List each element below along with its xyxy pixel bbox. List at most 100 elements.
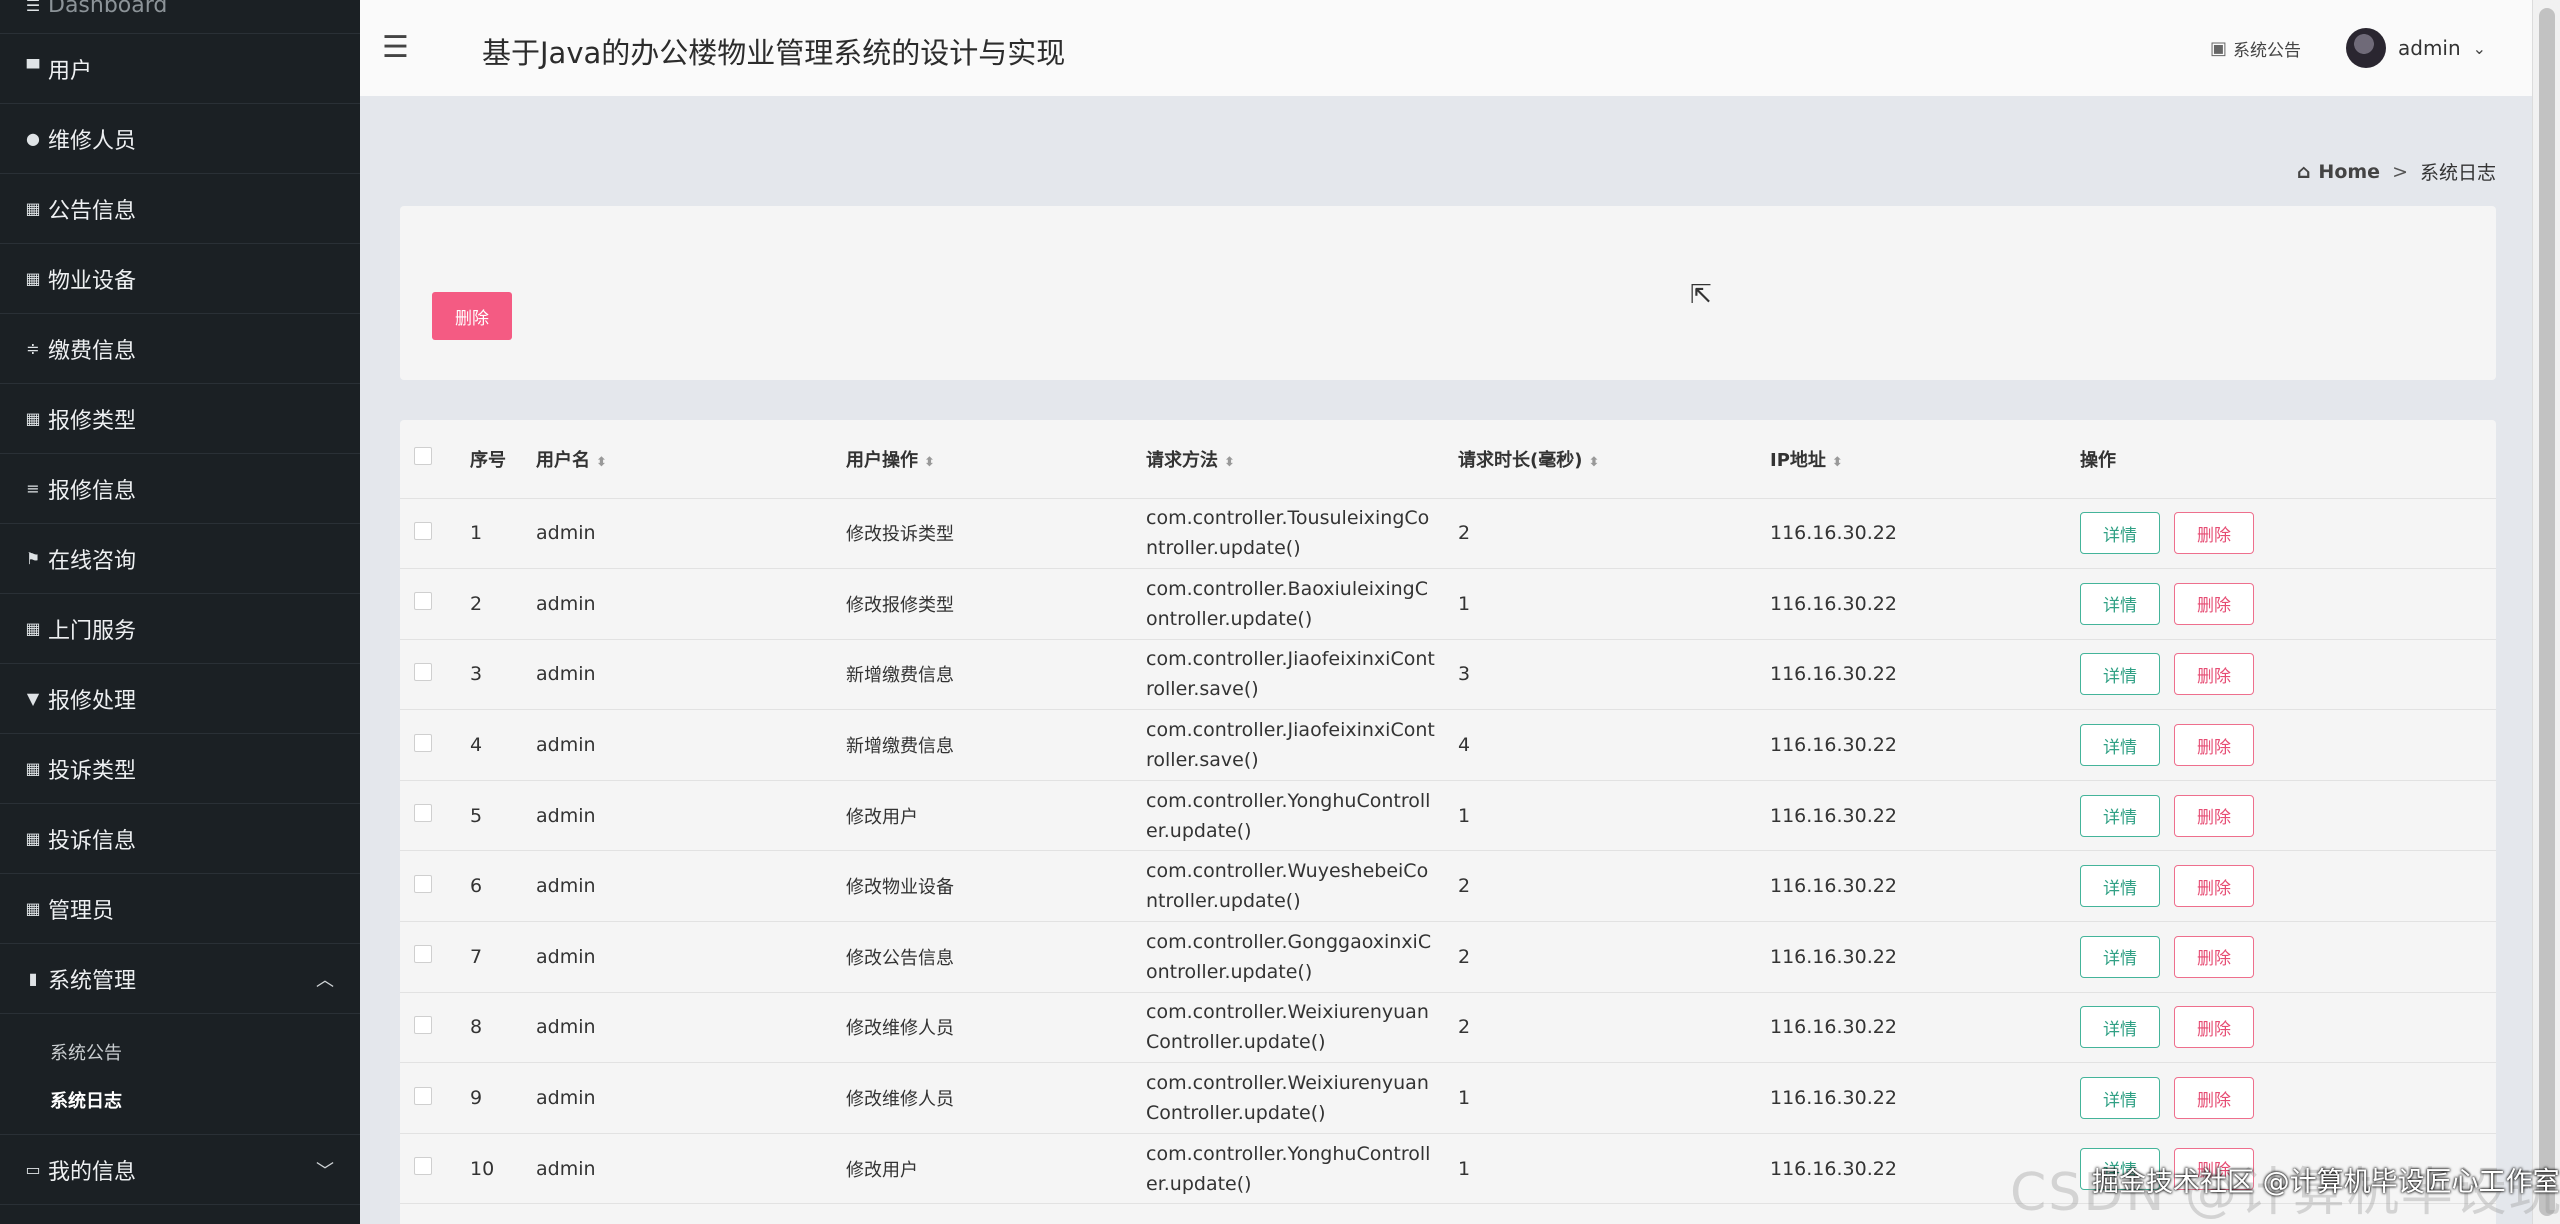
sidebar: ☰ Dashboard ▀ 用户 ● 维修人员 ▦ 公告信息 ▦ 物业设备 ≑ 缴费信息 ▦ 报修类型… — [0, 0, 360, 1224]
cell-duration: 2 — [1458, 850, 1770, 923]
row-checkbox[interactable] — [414, 592, 432, 611]
cell-ip: 116.16.30.22 — [1770, 921, 2080, 993]
detail-button[interactable]: 详情 — [2080, 1006, 2160, 1049]
cell-duration: 4 — [1458, 709, 1770, 781]
detail-button[interactable]: 详情 — [2080, 653, 2160, 696]
sidebar-item[interactable]: ▦ 公告信息 — [0, 174, 360, 244]
cell-duration: 2 — [1458, 992, 1770, 1064]
sidebar-submenu: 系统公告 系统日志 — [0, 1014, 360, 1135]
detail-button[interactable]: 详情 — [2080, 582, 2160, 625]
row-checkbox[interactable] — [414, 945, 432, 964]
notice-icon: ▣ — [2210, 38, 2228, 59]
grid-icon: ▦ — [25, 619, 41, 638]
cell-method-wrap: com.controller.WuyeshebeiController.upda… — [1146, 850, 1458, 923]
sidebar-item-label: 用户 — [48, 58, 93, 84]
cell-method: com.controller.YonghuController.update() — [1146, 789, 1431, 842]
row-delete-button[interactable]: 删除 — [2174, 653, 2254, 696]
cell-actions: 详情 删除 — [2080, 639, 2496, 711]
col-username[interactable]: 用户名 ⬍ — [536, 420, 846, 499]
row-delete-button[interactable]: 删除 — [2174, 1006, 2254, 1049]
cell-index: 9 — [470, 1062, 536, 1134]
sidebar-item[interactable]: ▦ 物业设备 — [0, 244, 360, 314]
sidebar-item-system-management[interactable]: ▮ 系统管理 ︿ — [0, 944, 360, 1014]
sidebar-item-my-info[interactable]: ▭ 我的信息 ﹀ — [0, 1135, 360, 1205]
system-notice-link[interactable]: ▣ 系统公告 — [2210, 36, 2301, 61]
row-checkbox[interactable] — [414, 1015, 432, 1034]
list-icon: ≡ — [26, 479, 40, 498]
cell-actions: 详情 删除 — [2080, 568, 2496, 640]
breadcrumb-home[interactable]: ⌂ Home — [2297, 161, 2380, 183]
col-operation[interactable]: 用户操作 ⬍ — [846, 420, 1146, 499]
sidebar-item[interactable]: ▦ 报修类型 — [0, 384, 360, 454]
cell-operation: 修改投诉类型 — [846, 498, 1146, 570]
col-duration[interactable]: 请求时长(毫秒) ⬍ — [1458, 420, 1770, 499]
sidebar-item[interactable]: ▦ 上门服务 — [0, 594, 360, 664]
sidebar-item-label: 维修人员 — [48, 128, 137, 154]
sidebar-item[interactable]: ▀ 用户 — [0, 34, 360, 104]
cell-method-wrap: com.controller.JiaofeixinxiController.sa… — [1146, 639, 1458, 711]
row-checkbox[interactable] — [414, 1086, 432, 1105]
user-menu[interactable]: admin ⌄ — [2346, 28, 2486, 68]
sort-icon: ⬍ — [1224, 454, 1235, 470]
sidebar-item[interactable]: ▦ 投诉类型 — [0, 734, 360, 804]
cell-index: 6 — [470, 850, 536, 923]
page-scrollbar[interactable] — [2532, 0, 2560, 1224]
scrollbar-thumb[interactable] — [2539, 8, 2555, 1216]
row-checkbox[interactable] — [414, 874, 432, 893]
sidebar-item-label: 报修类型 — [48, 408, 137, 434]
row-delete-button[interactable]: 删除 — [2174, 724, 2254, 767]
row-checkbox[interactable] — [414, 804, 432, 823]
table-row: 1 admin 修改投诉类型 com.controller.TousuleixingC… — [400, 498, 2496, 570]
grid-icon: ▦ — [25, 199, 41, 218]
sidebar-item[interactable]: ● 维修人员 — [0, 104, 360, 174]
sidebar-subitem-system-log[interactable]: 系统日志 — [0, 1076, 360, 1124]
row-delete-button[interactable]: 删除 — [2174, 794, 2254, 837]
cell-ip: 116.16.30.22 — [1770, 568, 2080, 640]
cell-duration: 1 — [1458, 780, 1770, 852]
detail-button[interactable]: 详情 — [2080, 794, 2160, 837]
sidebar-item[interactable]: ▦ 管理员 — [0, 874, 360, 944]
cell-username: admin — [536, 639, 846, 711]
avatar — [2346, 28, 2386, 68]
col-method[interactable]: 请求方法 ⬍ — [1146, 420, 1458, 499]
sidebar-item[interactable]: ▼ 报修处理 — [0, 664, 360, 734]
detail-button[interactable]: 详情 — [2080, 935, 2160, 978]
sidebar-item[interactable]: ≑ 缴费信息 — [0, 314, 360, 384]
bulk-delete-button[interactable]: 删除 — [432, 292, 512, 340]
row-delete-button[interactable]: 删除 — [2174, 935, 2254, 978]
col-ip[interactable]: IP地址 ⬍ — [1770, 420, 2080, 499]
cell-method: com.controller.WeixiurenyuanController.u… — [1146, 1001, 1429, 1054]
cell-index: 8 — [470, 992, 536, 1064]
detail-button[interactable]: 详情 — [2080, 1077, 2160, 1120]
row-delete-button[interactable]: 删除 — [2174, 512, 2254, 555]
row-delete-button[interactable]: 删除 — [2174, 1077, 2254, 1120]
cell-actions: 详情 删除 — [2080, 498, 2496, 570]
sidebar-item[interactable]: ▦ 投诉信息 — [0, 804, 360, 874]
sidebar-item-dashboard[interactable]: ☰ Dashboard — [0, 0, 360, 34]
menu-toggle-icon[interactable]: ☰ — [382, 30, 418, 66]
sidebar-item[interactable]: ⚑ 在线咨询 — [0, 524, 360, 594]
row-checkbox[interactable] — [414, 733, 432, 752]
home-icon: ⌂ — [2296, 160, 2311, 183]
cell-method: com.controller.JiaofeixinxiController.sa… — [1146, 648, 1435, 701]
cell-index: 5 — [470, 780, 536, 852]
action-panel: 删除 — [400, 206, 2496, 380]
row-checkbox[interactable] — [414, 662, 432, 681]
user-icon: ▀ — [26, 59, 40, 78]
sidebar-item[interactable]: ≡ 报修信息 — [0, 454, 360, 524]
sidebar-subitem-system-notice[interactable]: 系统公告 — [0, 1028, 360, 1076]
cell-operation: 修改用户 — [846, 780, 1146, 852]
row-delete-button[interactable]: 删除 — [2174, 582, 2254, 625]
notice-label: 系统公告 — [2233, 41, 2302, 61]
detail-button[interactable]: 详情 — [2080, 724, 2160, 767]
cell-method: com.controller.WeixiurenyuanController.u… — [1146, 1072, 1429, 1125]
select-all-checkbox[interactable] — [414, 447, 432, 466]
row-checkbox[interactable] — [414, 1157, 432, 1176]
detail-button[interactable]: 详情 — [2080, 865, 2160, 908]
sidebar-item-label: 公告信息 — [48, 198, 137, 224]
row-delete-button[interactable]: 删除 — [2174, 865, 2254, 908]
cell-index: 3 — [470, 639, 536, 711]
cell-actions: 详情 删除 — [2080, 850, 2496, 923]
detail-button[interactable]: 详情 — [2080, 512, 2160, 555]
row-checkbox[interactable] — [414, 521, 432, 540]
